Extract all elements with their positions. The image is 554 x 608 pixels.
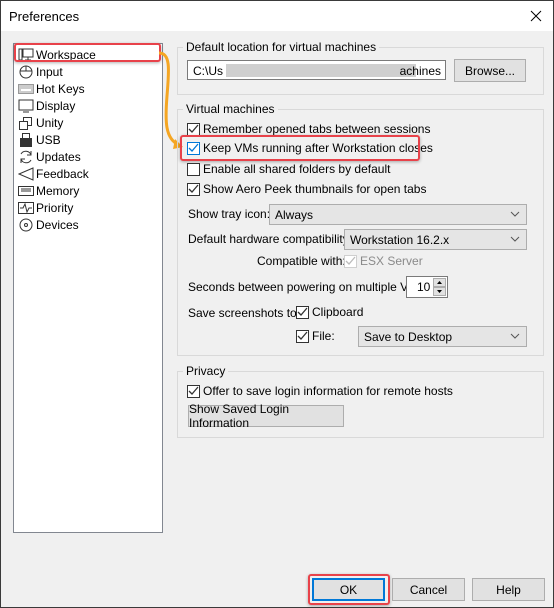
monitor-icon <box>18 99 34 113</box>
ok-highlight <box>308 574 390 605</box>
sidebar-item-label: USB <box>36 132 61 147</box>
show-saved-login-button[interactable]: Show Saved Login Information <box>188 402 344 430</box>
sidebar-item-label: Unity <box>36 115 64 130</box>
close-button[interactable] <box>519 1 553 31</box>
chevron-down-icon <box>510 333 520 339</box>
pulse-icon <box>18 201 34 215</box>
arrow-up-icon <box>437 281 442 284</box>
checkbox-label: File: <box>312 329 335 343</box>
checkbox-label: Offer to save login information for remo… <box>203 384 453 398</box>
checkbox-box <box>187 182 200 196</box>
screenshots-label: Save screenshots to: <box>188 306 301 320</box>
refresh-icon <box>18 150 34 164</box>
chevron-down-icon <box>510 236 520 242</box>
select-value: Workstation 16.2.x <box>350 232 450 247</box>
spin-up-button[interactable] <box>433 278 446 287</box>
sidebar-item-label: Feedback <box>36 166 89 181</box>
path-end: achines <box>399 64 441 78</box>
aero-peek-checkbox[interactable]: Show Aero Peek thumbnails for open tabs <box>187 182 426 196</box>
workspace-highlight <box>14 43 161 62</box>
checkbox-label: Clipboard <box>312 305 364 319</box>
checkbox-label: Remember opened tabs between sessions <box>203 122 431 136</box>
arrow-down-icon <box>437 290 442 293</box>
group-label: Virtual machines <box>183 102 278 116</box>
megaphone-icon <box>18 166 34 181</box>
sidebar-item-feedback[interactable]: Feedback <box>18 165 89 182</box>
tray-icon-label: Show tray icon: <box>188 207 271 221</box>
spinner-value: 10 <box>417 280 431 294</box>
redacted-path <box>226 64 416 77</box>
tray-icon-select[interactable]: Always <box>269 204 527 225</box>
checkbox-box <box>296 305 309 319</box>
checkbox-label: ESX Server <box>360 254 423 268</box>
chevron-down-icon <box>510 211 520 217</box>
seconds-label: Seconds between powering on multiple VMs… <box>188 280 428 294</box>
checkbox-label: Show Aero Peek thumbnails for open tabs <box>203 182 427 196</box>
browse-button[interactable]: Browse... <box>454 59 526 82</box>
unity-windows-icon <box>18 116 34 130</box>
sidebar-item-label: Devices <box>36 217 79 232</box>
file-target-select[interactable]: Save to Desktop <box>358 326 527 347</box>
keyboard-icon <box>18 82 34 96</box>
checkbox-box <box>187 162 200 176</box>
checkbox-box <box>296 329 309 343</box>
memory-icon <box>18 184 34 198</box>
disc-icon <box>18 218 34 232</box>
sidebar-item-display[interactable]: Display <box>18 97 75 114</box>
spin-down-button[interactable] <box>433 287 446 296</box>
compatible-with-label: Compatible with: <box>257 254 346 268</box>
sidebar-item-label: Updates <box>36 149 81 164</box>
checkbox-box <box>187 122 200 136</box>
category-list: Workspace Input Hot Keys Display Unity U… <box>13 43 163 533</box>
usb-icon <box>18 132 34 147</box>
vm-location-input[interactable]: C:\Us achines <box>187 60 446 80</box>
select-value: Always <box>275 207 314 222</box>
keep-vms-highlight <box>180 135 420 161</box>
checkbox-box <box>187 384 200 398</box>
select-value: Save to Desktop <box>364 329 453 344</box>
sidebar-item-label: Memory <box>36 183 80 198</box>
title-bar: Preferences <box>1 1 553 31</box>
mouse-icon <box>18 65 34 79</box>
sidebar-item-label: Hot Keys <box>36 81 85 96</box>
sidebar-item-memory[interactable]: Memory <box>18 182 79 199</box>
help-button[interactable]: Help <box>472 578 545 601</box>
preferences-dialog: Preferences Workspace Input Hot Keys Dis… <box>0 0 554 608</box>
sidebar-item-updates[interactable]: Updates <box>18 148 81 165</box>
sidebar-item-label: Display <box>36 98 76 113</box>
sidebar-item-label: Input <box>36 64 63 79</box>
sidebar-item-devices[interactable]: Devices <box>18 216 79 233</box>
esx-server-checkbox: ESX Server <box>344 254 423 268</box>
cancel-button[interactable]: Cancel <box>392 578 465 601</box>
sidebar-item-priority[interactable]: Priority <box>18 199 73 216</box>
path-start: C:\Us <box>193 64 223 78</box>
sidebar-item-usb[interactable]: USB <box>18 131 61 148</box>
sidebar-item-unity[interactable]: Unity <box>18 114 63 131</box>
group-label: Privacy <box>183 364 229 378</box>
enable-shared-folders-checkbox[interactable]: Enable all shared folders by default <box>187 162 390 176</box>
remember-tabs-checkbox[interactable]: Remember opened tabs between sessions <box>187 122 430 136</box>
hw-compat-select[interactable]: Workstation 16.2.x <box>344 229 527 250</box>
offer-save-login-checkbox[interactable]: Offer to save login information for remo… <box>187 384 453 398</box>
group-label: Default location for virtual machines <box>183 40 380 54</box>
sidebar-item-input[interactable]: Input <box>18 63 63 80</box>
hw-compat-label: Default hardware compatibility: <box>188 232 353 246</box>
close-icon <box>530 10 542 22</box>
file-checkbox[interactable]: File: <box>296 329 335 343</box>
seconds-spinner[interactable]: 10 <box>406 276 448 298</box>
sidebar-item-label: Priority <box>36 200 74 215</box>
checkbox-box <box>344 254 357 268</box>
sidebar-item-hot-keys[interactable]: Hot Keys <box>18 80 85 97</box>
window-title: Preferences <box>9 9 80 24</box>
checkbox-label: Enable all shared folders by default <box>203 162 391 176</box>
clipboard-checkbox[interactable]: Clipboard <box>296 305 363 319</box>
